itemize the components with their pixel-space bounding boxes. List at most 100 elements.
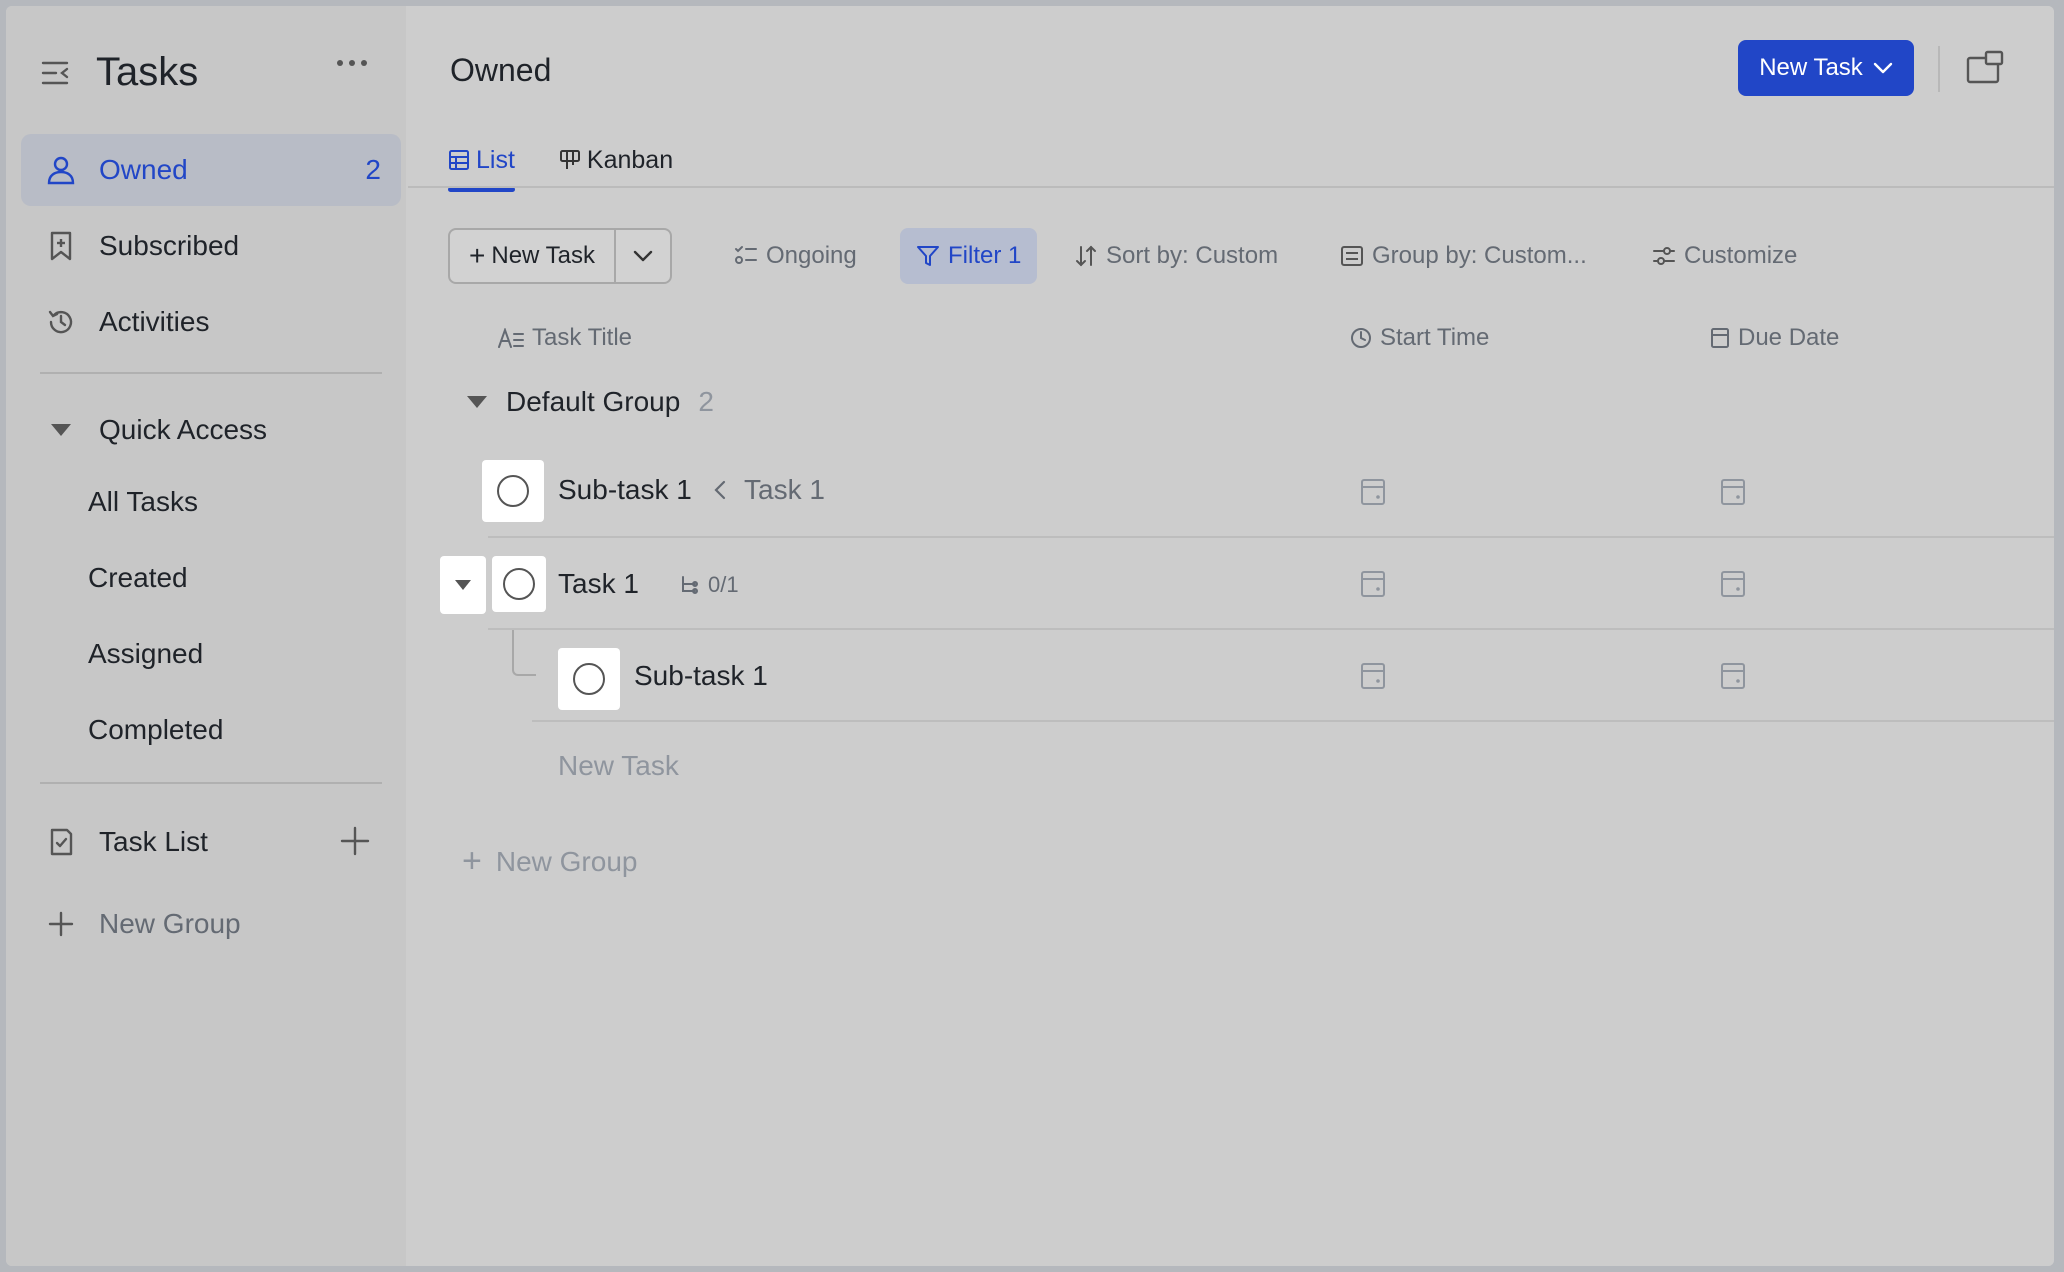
customize-label: Customize [1684, 242, 1798, 269]
task-checkbox[interactable] [558, 648, 620, 710]
sidebar-item-label: Subscribed [99, 230, 240, 261]
task-title[interactable]: Task 1 [558, 568, 639, 600]
sidebar-item-completed[interactable]: Completed [88, 714, 223, 746]
sidebar-item-label: Activities [99, 306, 210, 337]
column-header-due-date[interactable]: Due Date [1710, 324, 1839, 352]
owned-count-badge: 2 [365, 154, 381, 185]
subtask-icon [680, 575, 698, 595]
open-window-icon[interactable] [1966, 50, 2006, 84]
subtask-count: 0/1 [708, 572, 739, 597]
checklist-icon [734, 245, 758, 267]
column-start-label: Start Time [1380, 324, 1490, 351]
sidebar-item-assigned[interactable]: Assigned [88, 638, 203, 670]
group-name: Default Group [506, 386, 681, 417]
sidebar-item-subscribed[interactable]: Subscribed [21, 210, 401, 282]
toolbar: + New Task Ongoing Filter 1 Sort by: Cus… [448, 228, 2048, 284]
task-title[interactable]: Sub-task 1 [634, 660, 768, 692]
column-header-start-time[interactable]: Start Time [1350, 324, 1489, 352]
kanban-icon [559, 149, 581, 171]
table-icon [448, 149, 470, 171]
expand-subtasks-button[interactable] [440, 556, 486, 614]
bookmark-icon [45, 230, 77, 262]
view-tabs: List Kanban [448, 134, 717, 192]
customize-button[interactable]: Customize [1652, 228, 1797, 284]
group-by-button[interactable]: Group by: Custom... [1340, 228, 1587, 284]
table-row[interactable]: Sub-task 1 [408, 630, 2054, 722]
sort-icon [1074, 244, 1098, 268]
quick-access-header[interactable]: Quick Access [21, 394, 401, 466]
chevron-left-icon [714, 480, 726, 500]
due-date-calendar-icon[interactable] [1720, 478, 1746, 506]
quick-access-label: Quick Access [99, 414, 268, 445]
page-title: Owned [450, 52, 552, 88]
collapse-sidebar-icon[interactable] [40, 59, 72, 87]
sidebar-item-created[interactable]: Created [88, 562, 188, 594]
new-task-button-label: New Task [1759, 54, 1863, 81]
table-row[interactable]: Task 1 0/1 [408, 538, 2054, 630]
task-list-icon [45, 826, 77, 858]
history-icon [45, 306, 77, 338]
sidebar-title: Tasks [96, 50, 199, 94]
main-panel: Owned New Task List Kanban + New Task On… [408, 6, 2054, 1266]
table-row[interactable]: Sub-task 1 Task 1 [408, 446, 2054, 538]
ongoing-label: Ongoing [766, 242, 857, 269]
column-title-label: Task Title [532, 324, 633, 351]
toolbar-new-task-button[interactable]: + New Task [450, 230, 616, 282]
tabs-underline [408, 186, 2054, 188]
group-count: 2 [698, 386, 714, 417]
plus-icon: + [469, 240, 486, 271]
start-date-calendar-icon[interactable] [1360, 570, 1386, 598]
circle-icon [573, 663, 605, 695]
row-divider [532, 720, 2054, 722]
task-checkbox[interactable] [482, 460, 544, 522]
subtask-progress[interactable]: 0/1 [680, 572, 739, 598]
filter-icon [916, 244, 940, 268]
ongoing-filter-button[interactable]: Ongoing [734, 228, 857, 284]
sidebar-item-activities[interactable]: Activities [21, 286, 401, 358]
sidebar-item-owned[interactable]: Owned 2 [21, 134, 401, 206]
circle-icon [503, 568, 535, 600]
due-date-calendar-icon[interactable] [1720, 570, 1746, 598]
new-group-button[interactable]: + New Group [462, 842, 637, 881]
more-options-icon[interactable] [336, 58, 368, 68]
due-date-calendar-icon[interactable] [1720, 662, 1746, 690]
start-date-calendar-icon[interactable] [1360, 478, 1386, 506]
sliders-icon [1652, 244, 1676, 268]
column-due-label: Due Date [1738, 324, 1840, 351]
new-task-inline-input[interactable]: New Task [558, 750, 679, 782]
parent-task-link[interactable]: Task 1 [714, 474, 825, 506]
divider [40, 372, 382, 374]
filter-button[interactable]: Filter 1 [900, 228, 1038, 284]
calendar-icon [1710, 327, 1730, 349]
caret-down-icon [45, 414, 77, 446]
circle-icon [497, 475, 529, 507]
chevron-down-icon [1873, 62, 1893, 74]
tab-list[interactable]: List [448, 134, 515, 192]
new-task-button[interactable]: New Task [1738, 40, 1914, 96]
divider [1938, 46, 1940, 92]
task-title[interactable]: Sub-task 1 [558, 474, 692, 506]
caret-down-icon [466, 395, 488, 409]
sidebar-header: Tasks [40, 50, 198, 95]
sidebar-item-label: Owned [99, 154, 188, 185]
sidebar: Tasks Owned 2 Subscribed Activities Quic… [6, 6, 406, 1266]
start-date-calendar-icon[interactable] [1360, 662, 1386, 690]
tab-kanban[interactable]: Kanban [559, 134, 673, 186]
group-icon [1340, 244, 1364, 268]
sort-label: Sort by: Custom [1106, 242, 1279, 269]
group-header[interactable]: Default Group 2 [466, 386, 714, 418]
plus-icon: + [462, 842, 482, 880]
new-task-dropdown-button[interactable] [616, 230, 670, 282]
group-by-label: Group by: Custom... [1372, 242, 1587, 269]
new-group-label: New Group [495, 845, 638, 877]
text-icon [498, 328, 524, 348]
filter-label: Filter 1 [948, 242, 1022, 269]
new-group-button[interactable]: New Group [21, 888, 401, 960]
sort-button[interactable]: Sort by: Custom [1074, 228, 1278, 284]
toolbar-new-task-label: New Task [491, 242, 595, 269]
add-task-list-icon[interactable] [340, 826, 370, 856]
new-group-label: New Group [99, 908, 241, 939]
task-checkbox[interactable] [492, 556, 546, 612]
sidebar-item-all-tasks[interactable]: All Tasks [88, 486, 198, 518]
column-header-title[interactable]: Task Title [498, 324, 632, 352]
